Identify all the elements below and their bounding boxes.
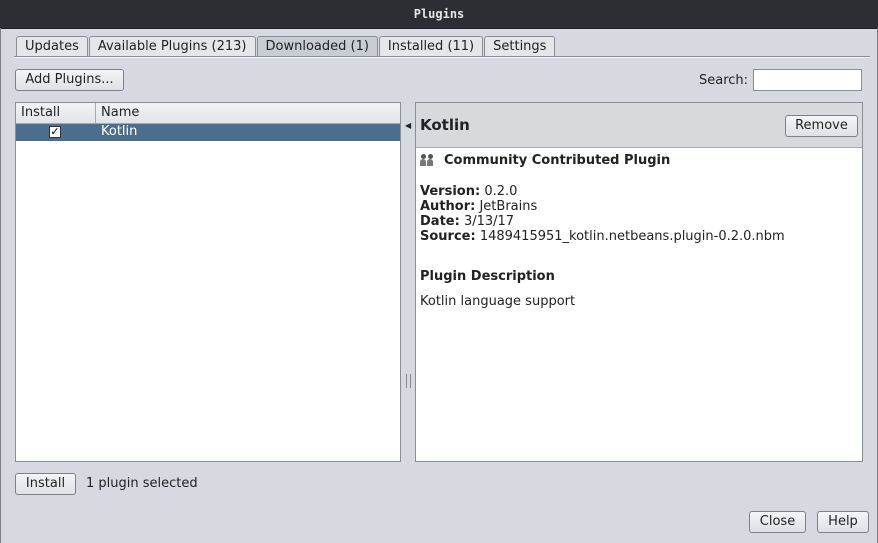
- details-body: Community Contributed Plugin Version: 0.…: [420, 149, 858, 309]
- source-value: 1489415951_kotlin.netbeans.plugin-0.2.0.…: [479, 229, 785, 244]
- title-bar: Plugins: [0, 0, 878, 29]
- search-input[interactable]: [753, 69, 862, 91]
- version-value: 0.2.0: [484, 184, 518, 199]
- plugin-name-cell: Kotlin: [101, 124, 138, 139]
- remove-button[interactable]: Remove: [785, 115, 858, 137]
- search-label: Search:: [699, 73, 749, 88]
- community-badge: Community Contributed Plugin: [420, 153, 858, 168]
- tab-installed[interactable]: Installed (11): [378, 36, 484, 56]
- tab-updates[interactable]: Updates: [16, 36, 88, 56]
- description-heading: Plugin Description: [420, 269, 555, 284]
- date-value: 3/13/17: [463, 214, 515, 229]
- plugin-meta: Version: 0.2.0 Author: JetBrains Date: 3…: [420, 184, 858, 244]
- author-label: Author:: [420, 199, 476, 214]
- splitter-grip-icon[interactable]: [406, 374, 411, 388]
- install-checkbox[interactable]: ✓: [49, 126, 61, 138]
- tab-divider: [14, 56, 870, 58]
- tab-downloaded[interactable]: Downloaded (1): [256, 36, 378, 57]
- column-header-name[interactable]: Name: [96, 103, 139, 123]
- tab-bar: Updates Available Plugins (213) Download…: [16, 36, 556, 57]
- close-button[interactable]: Close: [749, 511, 806, 533]
- badge-text: Community Contributed Plugin: [444, 153, 671, 168]
- version-label: Version:: [420, 184, 481, 199]
- add-plugins-button[interactable]: Add Plugins...: [15, 69, 124, 91]
- details-header: Kotlin Remove: [416, 103, 862, 148]
- split-pane-divider[interactable]: ◀: [403, 102, 413, 462]
- column-header-install[interactable]: Install: [16, 103, 96, 123]
- selection-status: 1 plugin selected: [86, 476, 198, 491]
- plugin-details-panel: Kotlin Remove Community Contributed Plug…: [415, 102, 863, 462]
- community-people-icon: [420, 153, 434, 168]
- date-label: Date:: [420, 214, 460, 229]
- details-title: Kotlin: [420, 116, 470, 134]
- window-title: Plugins: [413, 7, 465, 21]
- help-button[interactable]: Help: [817, 511, 869, 533]
- install-cell: ✓: [16, 124, 96, 141]
- install-button[interactable]: Install: [15, 473, 76, 495]
- source-label: Source:: [420, 229, 476, 244]
- collapse-arrow-icon[interactable]: ◀: [405, 121, 411, 130]
- description-text: Kotlin language support: [420, 294, 576, 309]
- table-row[interactable]: ✓ Kotlin: [16, 124, 400, 141]
- plugin-table: Install Name ✓ Kotlin: [15, 102, 401, 462]
- table-header: Install Name: [16, 103, 400, 124]
- author-value: JetBrains: [479, 199, 538, 214]
- tab-settings[interactable]: Settings: [484, 36, 556, 56]
- tab-available-plugins[interactable]: Available Plugins (213): [88, 36, 256, 56]
